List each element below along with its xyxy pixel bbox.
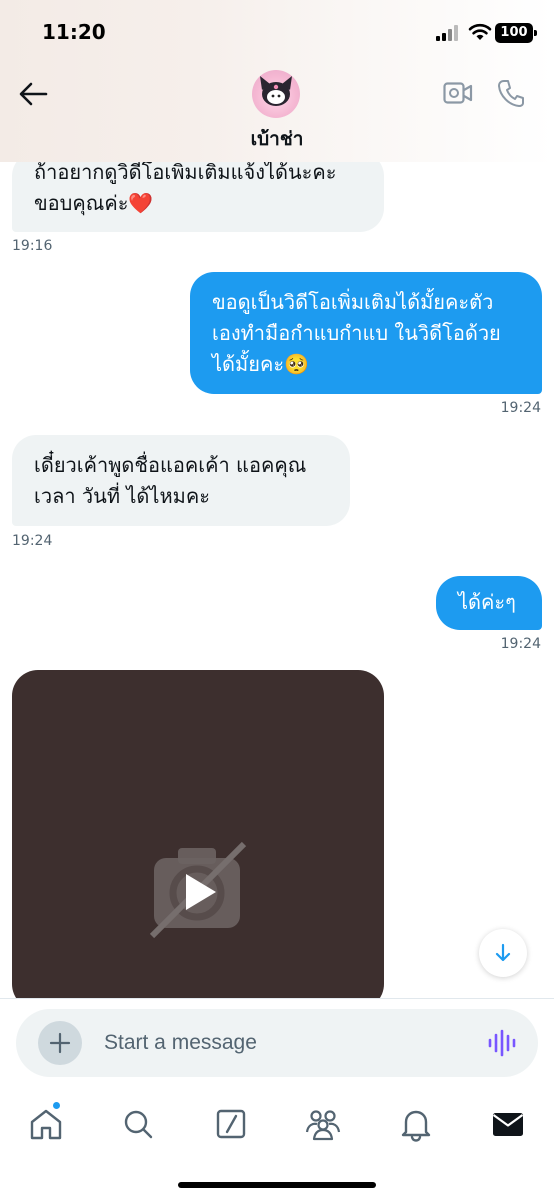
scroll-to-bottom-button[interactable] — [479, 929, 527, 977]
avatar[interactable] — [252, 70, 300, 118]
video-call-icon[interactable] — [443, 80, 473, 106]
message-line: ได้มั้ยคะ🥺 — [212, 352, 309, 376]
message-line: ขอบคุณค่ะ❤️ — [34, 191, 154, 215]
status-bar: 11:20 100 — [0, 0, 554, 64]
contact-name[interactable]: เบ้าช่า — [0, 124, 554, 154]
message-line: ขอดูเป็นวิดีโอเพิ่มเติมได้มั้ยคะตัว — [212, 290, 494, 314]
arrow-down-icon — [495, 943, 511, 962]
chat-header: 11:20 100 เบ้าช่า — [0, 0, 554, 162]
voice-message-icon[interactable] — [486, 1027, 518, 1059]
notifications-icon[interactable] — [396, 1104, 436, 1144]
message-timestamp: 19:16 — [12, 238, 53, 254]
home-indicator — [178, 1182, 376, 1188]
battery-icon: 100 — [495, 23, 537, 43]
message-bubble-outgoing[interactable]: ขอดูเป็นวิดีโอเพิ่มเติมได้มั้ยคะตัว เองท… — [190, 272, 542, 394]
wifi-icon — [468, 23, 492, 40]
composer-bar — [0, 998, 554, 1088]
back-arrow-icon[interactable] — [18, 80, 48, 108]
message-bubble-outgoing[interactable]: ได้ค่ะๆ — [436, 576, 542, 630]
avatar-image — [260, 76, 292, 106]
message-bubble-incoming[interactable]: เดี๋ยวเค้าพูดชื่อแอคเค้า แอคคุณ เวลา วัน… — [12, 435, 350, 526]
cellular-signal-icon — [436, 25, 462, 41]
phone-icon[interactable] — [497, 78, 525, 108]
home-notification-dot — [53, 1102, 60, 1109]
message-timestamp: 19:24 — [500, 400, 541, 416]
search-icon[interactable] — [118, 1104, 158, 1144]
grok-icon[interactable] — [211, 1104, 251, 1144]
messages-icon[interactable] — [488, 1104, 528, 1144]
message-timestamp: 19:24 — [500, 636, 541, 652]
home-icon[interactable] — [26, 1104, 66, 1144]
message-line: เดี๋ยวเค้าพูดชื่อแอคเค้า แอคคุณ — [34, 453, 307, 477]
message-line: เองทำมือกำแบกำแบ ในวิดีโอด้วย — [212, 321, 501, 345]
play-icon[interactable] — [150, 840, 250, 940]
communities-icon[interactable] — [303, 1104, 343, 1144]
message-composer — [16, 1009, 538, 1077]
video-message[interactable] — [12, 670, 384, 1000]
message-line: ได้ค่ะๆ — [458, 590, 516, 614]
message-bubble-incoming[interactable]: ถ้าอยากดูวิดีโอเพิ่มเติมแจ้งได้นะคะ ขอบค… — [12, 152, 384, 232]
status-time: 11:20 — [42, 20, 106, 44]
message-line: เวลา วันที่ ได้ไหมคะ — [34, 484, 210, 508]
message-input[interactable] — [104, 1023, 464, 1063]
plus-icon — [49, 1032, 71, 1054]
message-timestamp: 19:24 — [12, 533, 53, 549]
add-media-button[interactable] — [38, 1021, 82, 1065]
